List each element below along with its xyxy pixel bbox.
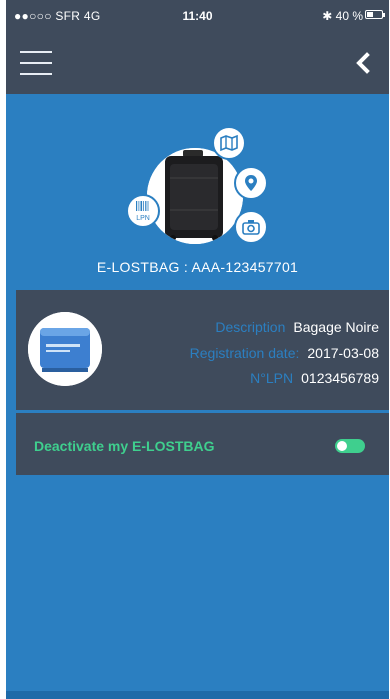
bag-hero: LPN E-LOSTBAG : AAA-123457701	[6, 94, 389, 290]
description-row: Description Bagage Noire	[215, 319, 379, 335]
battery-icon	[365, 10, 385, 19]
bag-info-card: Description Bagage Noire Registration dat…	[16, 290, 389, 410]
hamburger-menu-icon[interactable]	[20, 49, 52, 77]
registration-value: 2017-03-08	[307, 345, 379, 361]
toggle-knob	[337, 441, 347, 451]
registration-row: Registration date: 2017-03-08	[190, 345, 379, 361]
camera-icon[interactable]	[234, 210, 268, 244]
bag-title: E-LOSTBAG : AAA-123457701	[96, 259, 299, 275]
registration-label: Registration date:	[189, 345, 300, 361]
location-pin-icon[interactable]	[234, 166, 268, 200]
app-screen: ●●○○○ SFR 4G 11:40 ✱ 40 % LPN E-LOSTBAG …	[6, 0, 389, 699]
lpn-barcode-icon[interactable]: LPN	[126, 194, 160, 228]
bottom-edge	[6, 691, 389, 699]
lpn-value: 0123456789	[301, 370, 379, 386]
description-value: Bagage Noire	[293, 319, 379, 335]
lpn-label: N°LPN	[250, 370, 294, 386]
deactivate-row[interactable]: Deactivate my E-LOSTBAG	[16, 413, 389, 475]
battery-percent: ✱ 40 %	[322, 9, 363, 23]
description-label: Description	[215, 319, 286, 335]
lpn-badge-text: LPN	[136, 215, 150, 222]
bag-photo[interactable]	[147, 148, 243, 244]
lpn-row: N°LPN 0123456789	[250, 370, 379, 386]
map-icon[interactable]	[212, 126, 246, 160]
deactivate-label: Deactivate my E-LOSTBAG	[34, 438, 215, 454]
status-bar: ●●○○○ SFR 4G 11:40 ✱ 40 %	[6, 0, 389, 32]
chevron-left-icon[interactable]	[351, 50, 375, 76]
deactivate-toggle[interactable]	[335, 439, 365, 453]
tag-thumbnail[interactable]	[28, 312, 102, 386]
nav-bar	[6, 32, 389, 94]
